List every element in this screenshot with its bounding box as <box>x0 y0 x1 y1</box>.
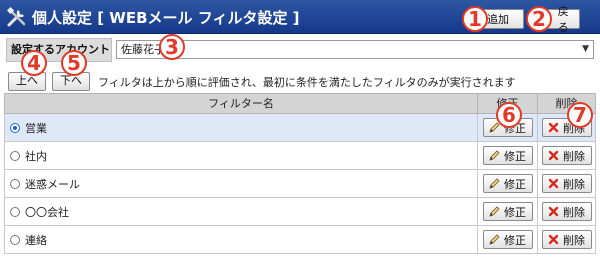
pencil-icon <box>489 178 500 189</box>
delete-x-icon <box>548 206 559 217</box>
delete-x-icon <box>548 234 559 245</box>
table-row[interactable]: 〇〇会社 修正 削除 <box>4 198 596 226</box>
tools-icon <box>6 6 26 27</box>
callout-7: 7 <box>567 102 593 128</box>
account-row: 設定するアカウント 佐藤花子 ▼ <box>6 38 594 62</box>
filter-radio[interactable] <box>10 151 20 161</box>
edit-button[interactable]: 修正 <box>483 230 533 249</box>
account-select[interactable]: 佐藤花子 ▼ <box>116 40 594 59</box>
page-header: 個人設定 [ WEBメール フィルタ設定 ] 追加 戻る <box>0 0 600 34</box>
delete-x-icon <box>548 178 559 189</box>
edit-cell: 修正 <box>477 226 537 253</box>
filter-radio[interactable] <box>10 235 20 245</box>
page-title: 個人設定 [ WEBメール フィルタ設定 ] <box>32 9 300 27</box>
chevron-down-icon: ▼ <box>582 44 589 54</box>
delete-cell: 削除 <box>537 142 595 169</box>
delete-x-icon <box>548 150 559 161</box>
edit-cell: 修正 <box>477 198 537 225</box>
delete-button-label: 削除 <box>563 178 585 191</box>
edit-button-label: 修正 <box>504 206 526 219</box>
filter-name: 迷惑メール <box>25 178 80 191</box>
callout-4: 4 <box>21 50 47 76</box>
filter-name: 営業 <box>25 122 47 135</box>
callout-1: 1 <box>462 6 488 32</box>
filter-radio[interactable] <box>10 179 20 189</box>
edit-cell: 修正 <box>477 142 537 169</box>
delete-button[interactable]: 削除 <box>542 174 592 193</box>
edit-button-label: 修正 <box>504 234 526 247</box>
pencil-icon <box>489 206 500 217</box>
header-filter-name: フィルター名 <box>208 97 274 110</box>
delete-button[interactable]: 削除 <box>542 230 592 249</box>
pencil-icon <box>489 234 500 245</box>
order-controls: 上へ 下へ フィルタは上から順に評価され、最初に条件を満たしたフィルタのみが実行… <box>6 72 594 92</box>
table-row[interactable]: 社内 修正 削除 <box>4 142 596 170</box>
delete-button[interactable]: 削除 <box>542 202 592 221</box>
edit-cell: 修正 <box>477 170 537 197</box>
edit-button[interactable]: 修正 <box>483 146 533 165</box>
edit-button-label: 修正 <box>504 178 526 191</box>
filter-name: 〇〇会社 <box>25 206 69 219</box>
filter-name: 連絡 <box>25 234 47 247</box>
delete-x-icon <box>548 122 559 133</box>
delete-button[interactable]: 削除 <box>542 146 592 165</box>
callout-5: 5 <box>61 50 87 76</box>
callout-6: 6 <box>496 102 522 128</box>
edit-button-label: 修正 <box>504 150 526 163</box>
filter-radio[interactable] <box>10 123 20 133</box>
table-row[interactable]: 迷惑メール 修正 削除 <box>4 170 596 198</box>
delete-cell: 削除 <box>537 198 595 225</box>
add-button-label: 追加 <box>487 14 509 26</box>
order-note: フィルタは上から順に評価され、最初に条件を満たしたフィルタのみが実行されます <box>98 76 516 89</box>
filter-name: 社内 <box>25 150 47 163</box>
edit-button[interactable]: 修正 <box>483 202 533 221</box>
delete-cell: 削除 <box>537 226 595 253</box>
back-button-label: 戻る <box>557 6 569 34</box>
pencil-icon <box>489 150 500 161</box>
table-row[interactable]: 連絡 修正 削除 <box>4 226 596 254</box>
filter-radio[interactable] <box>10 207 20 217</box>
delete-cell: 削除 <box>537 170 595 197</box>
edit-button[interactable]: 修正 <box>483 174 533 193</box>
delete-button-label: 削除 <box>563 150 585 163</box>
delete-button-label: 削除 <box>563 234 585 247</box>
delete-button-label: 削除 <box>563 206 585 219</box>
callout-2: 2 <box>526 6 552 32</box>
callout-3: 3 <box>159 34 185 60</box>
